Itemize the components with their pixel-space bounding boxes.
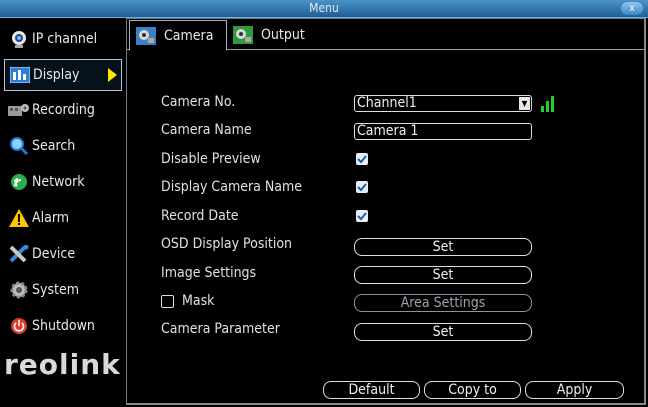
sidebar-item-alarm[interactable]: Alarm <box>4 203 122 233</box>
camera-name-input[interactable]: Camera 1 <box>354 123 532 140</box>
signal-strength-icon <box>541 96 554 112</box>
reolink-logo: reolink <box>4 348 121 381</box>
tab-label: Output <box>261 27 305 43</box>
tab-output[interactable]: Output <box>227 21 305 49</box>
image-settings-set-button[interactable]: Set <box>354 266 532 284</box>
alarm-icon <box>8 208 30 228</box>
disable-preview-checkbox[interactable] <box>356 153 368 165</box>
sidebar-item-label: Device <box>32 246 76 262</box>
camera-tab-icon <box>136 26 156 45</box>
camera-parameter-set-button[interactable]: Set <box>354 323 532 341</box>
recording-icon <box>8 100 30 120</box>
copy-to-button[interactable]: Copy to <box>424 381 521 399</box>
display-camera-name-checkbox[interactable] <box>356 181 368 193</box>
disable-preview-label: Disable Preview <box>161 151 261 167</box>
osd-position-label: OSD Display Position <box>161 236 293 252</box>
mask-label: Mask <box>182 293 215 309</box>
sidebar-item-label: Recording <box>32 102 95 118</box>
image-settings-label: Image Settings <box>161 265 257 281</box>
network-icon <box>8 172 30 192</box>
sidebar-item-search[interactable]: Search <box>4 131 122 161</box>
sidebar-item-network[interactable]: Network <box>4 167 122 197</box>
tab-label: Camera <box>164 27 214 44</box>
sidebar-item-label: Alarm <box>32 210 70 226</box>
tab-bar: Camera Output <box>127 19 644 51</box>
window-title: Menu <box>309 1 339 15</box>
sidebar-item-label: Network <box>32 174 85 190</box>
checkmark-icon <box>357 212 367 221</box>
checkmark-icon <box>357 183 367 192</box>
sidebar-item-shutdown[interactable]: Shutdown <box>4 311 122 341</box>
menu-window: Menu x IP channel Display Recording Sear… <box>0 0 648 407</box>
tab-camera[interactable]: Camera <box>129 20 227 51</box>
checkmark-icon <box>357 155 367 164</box>
area-settings-button[interactable]: Area Settings <box>354 294 532 312</box>
sidebar-item-ip-channel[interactable]: IP channel <box>4 24 122 54</box>
camera-no-label: Camera No. <box>161 94 236 110</box>
dropdown-arrow-icon[interactable]: ▼ <box>519 97 530 110</box>
camera-icon <box>8 29 30 49</box>
sidebar-item-label: System <box>32 282 79 298</box>
display-camera-name-label: Display Camera Name <box>161 179 303 195</box>
sidebar-item-system[interactable]: System <box>4 275 122 305</box>
selected-arrow-icon <box>108 68 117 82</box>
sidebar-item-label: IP channel <box>32 31 98 47</box>
settings-panel: Camera Output Camera No. Channel1 ▼ Came… <box>126 18 646 405</box>
sidebar-item-recording[interactable]: Recording <box>4 95 122 125</box>
gear-icon <box>8 280 30 300</box>
close-button[interactable]: x <box>621 2 643 15</box>
sidebar-item-device[interactable]: Device <box>4 239 122 269</box>
apply-button[interactable]: Apply <box>525 381 624 399</box>
record-date-checkbox[interactable] <box>356 210 368 222</box>
camera-no-value: Channel1 <box>357 95 417 111</box>
sidebar-item-label: Shutdown <box>32 318 95 334</box>
camera-no-select[interactable]: Channel1 ▼ <box>354 95 532 112</box>
device-icon <box>8 244 30 264</box>
title-bar: Menu x <box>0 0 648 18</box>
default-button[interactable]: Default <box>323 381 420 399</box>
power-icon <box>8 316 30 336</box>
camera-name-label: Camera Name <box>161 122 252 138</box>
osd-set-button[interactable]: Set <box>354 238 532 256</box>
display-icon <box>9 65 31 85</box>
sidebar-item-label: Display <box>33 67 80 83</box>
record-date-label: Record Date <box>161 208 239 224</box>
output-tab-icon <box>233 26 253 44</box>
camera-parameter-label: Camera Parameter <box>161 321 280 337</box>
mask-checkbox[interactable] <box>161 295 174 308</box>
sidebar-item-display[interactable]: Display <box>4 59 122 91</box>
sidebar-item-label: Search <box>32 138 76 154</box>
search-icon <box>8 136 30 156</box>
close-icon: x <box>629 3 635 14</box>
sidebar: IP channel Display Recording Search Netw… <box>0 18 126 407</box>
